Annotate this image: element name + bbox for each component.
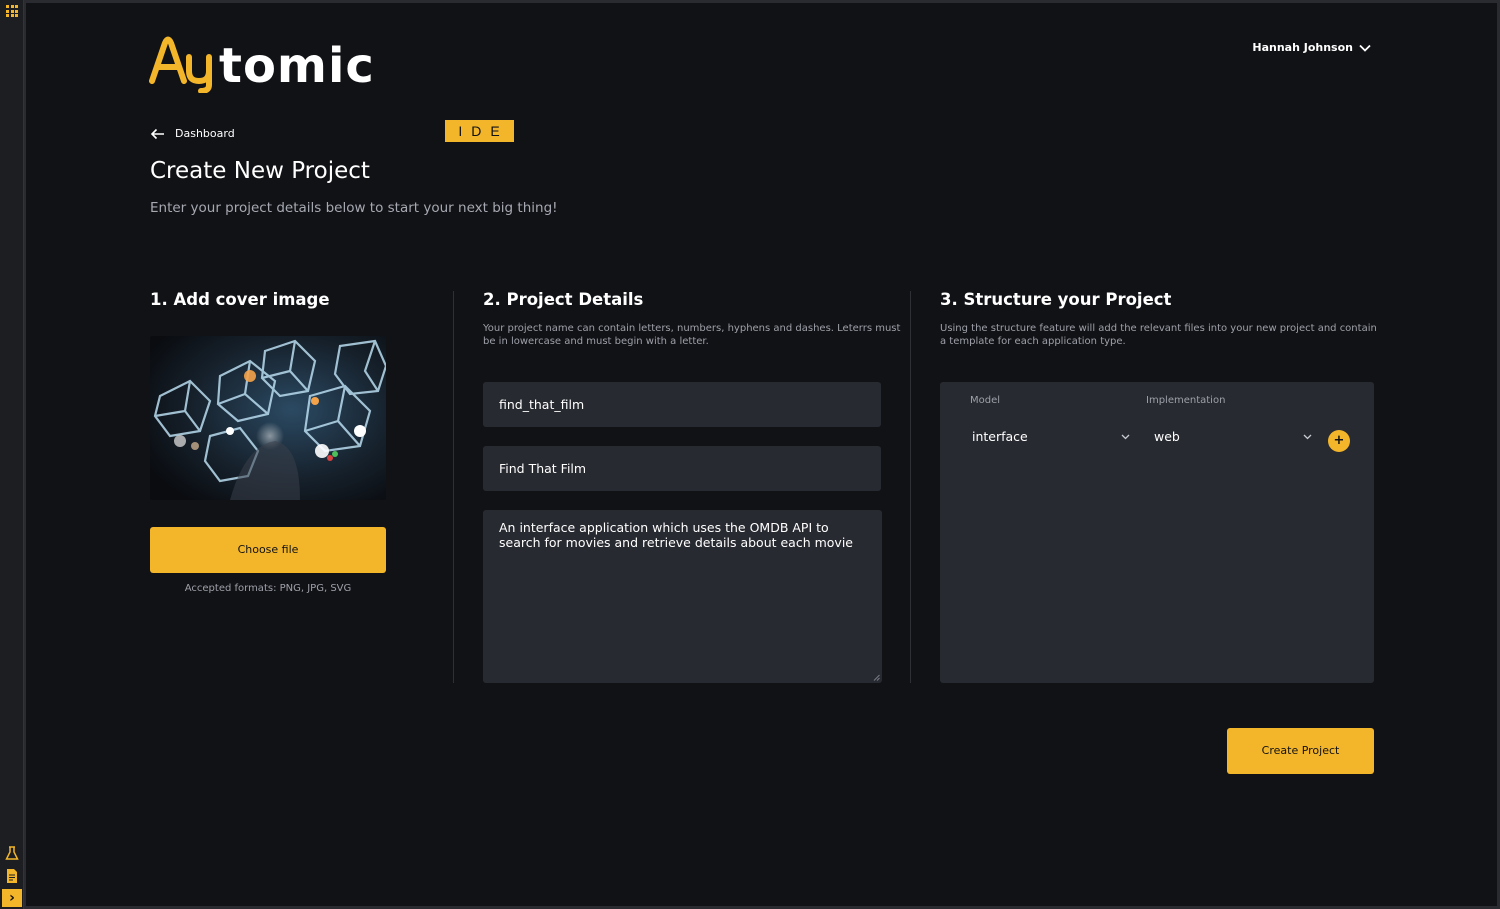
logo-ide-badge: IDE (445, 120, 514, 142)
model-select-value: interface (972, 429, 1028, 444)
project-name-value: find_that_film (499, 397, 585, 412)
implementation-select[interactable]: web (1154, 429, 1312, 444)
structure-section-title: 3. Structure your Project (940, 290, 1172, 309)
details-section-title: 2. Project Details (483, 290, 644, 309)
terminal-icon[interactable]: › (2, 889, 22, 907)
project-display-name-value: Find That Film (499, 461, 587, 476)
user-menu[interactable]: Hannah Johnson (1252, 41, 1371, 54)
project-display-name-input[interactable]: Find That Film (483, 446, 881, 491)
logo-wordmark: tomic (149, 36, 375, 94)
cover-image-preview (150, 336, 386, 500)
implementation-select-value: web (1154, 429, 1180, 444)
user-name: Hannah Johnson (1252, 41, 1353, 54)
project-name-input[interactable]: find_that_film (483, 382, 881, 427)
section-divider (910, 291, 911, 683)
resize-handle-icon[interactable] (873, 674, 880, 681)
project-description-textarea[interactable]: An interface application which uses the … (483, 510, 882, 683)
model-select[interactable]: interface (972, 429, 1130, 444)
choose-file-button[interactable]: Choose file (150, 527, 386, 573)
page-title: Create New Project (150, 158, 370, 184)
arrow-left-icon (150, 128, 164, 139)
back-label: Dashboard (175, 127, 235, 140)
section-divider (453, 291, 454, 683)
details-section-description: Your project name can contain letters, n… (483, 323, 901, 347)
chevron-down-icon (1303, 434, 1312, 439)
logo: tomic IDE (149, 31, 514, 142)
structure-panel: Model Implementation interface web + (940, 382, 1374, 683)
flask-icon[interactable] (4, 845, 20, 861)
cover-image-graphic (150, 336, 386, 500)
back-to-dashboard-link[interactable]: Dashboard (150, 127, 235, 140)
implementation-column-header: Implementation (1146, 395, 1226, 406)
create-project-button[interactable]: Create Project (1227, 728, 1374, 774)
apps-grid-icon[interactable] (6, 5, 18, 17)
main-content: tomic IDE Hannah Johnson Dashboard Creat… (26, 3, 1497, 906)
chevron-down-icon (1359, 44, 1371, 52)
model-column-header: Model (970, 395, 1001, 406)
document-icon[interactable] (4, 868, 20, 884)
cover-section-title: 1. Add cover image (150, 290, 330, 309)
svg-text:tomic: tomic (219, 38, 375, 93)
page-subtitle: Enter your project details below to star… (150, 200, 558, 216)
chevron-down-icon (1121, 434, 1130, 439)
add-structure-row-button[interactable]: + (1328, 430, 1350, 452)
side-rail: › (0, 0, 24, 909)
project-description-value: An interface application which uses the … (499, 520, 853, 550)
accepted-formats-note: Accepted formats: PNG, JPG, SVG (184, 583, 352, 594)
structure-section-description: Using the structure feature will add the… (940, 323, 1377, 347)
